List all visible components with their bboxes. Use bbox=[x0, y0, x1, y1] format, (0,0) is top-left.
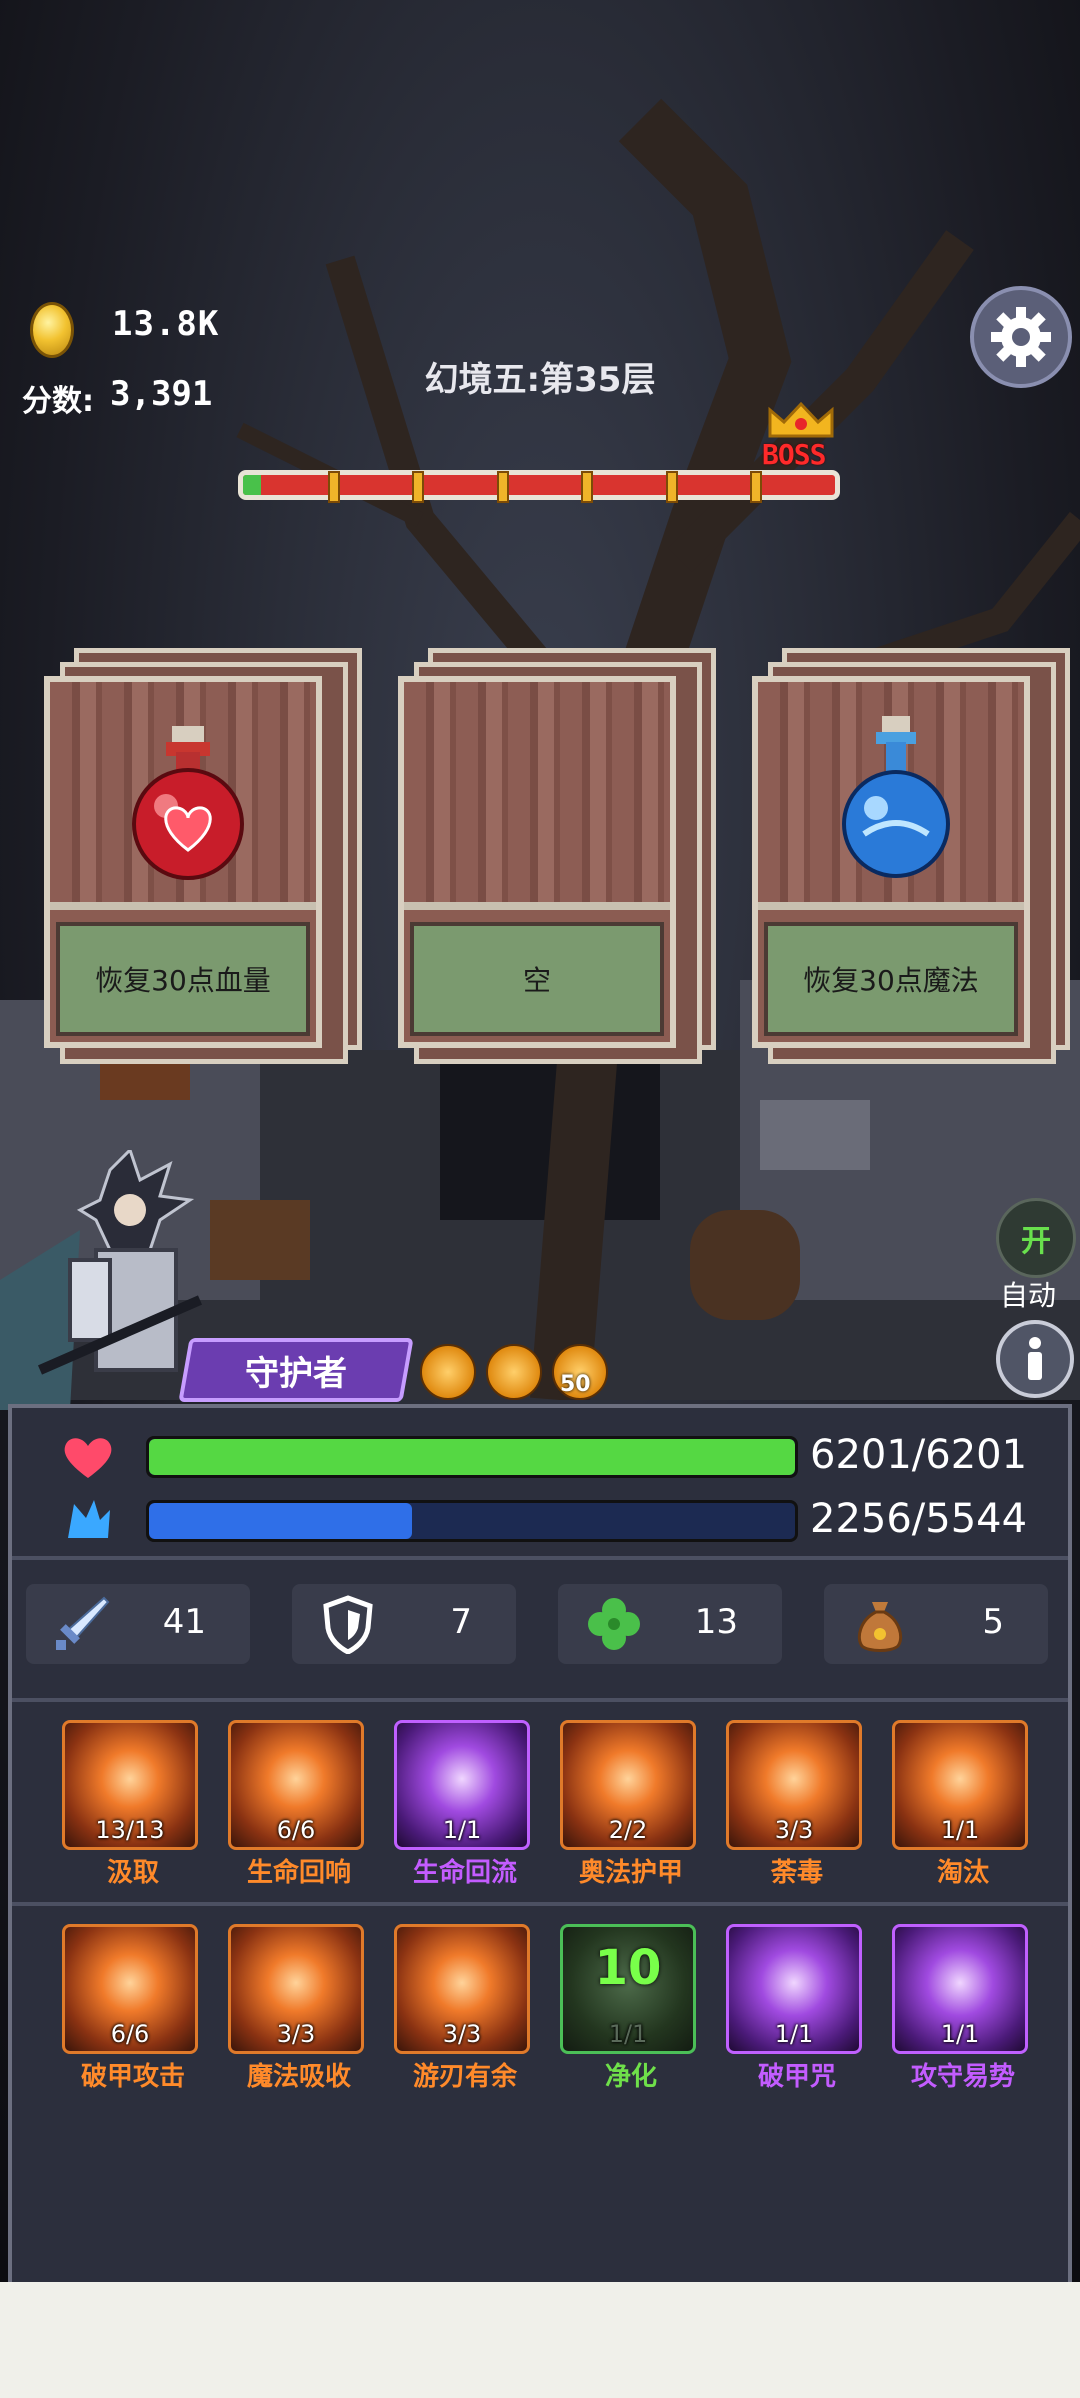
crown-icon bbox=[768, 401, 834, 438]
skill-slot[interactable]: 3/3 魔法吸收 bbox=[216, 1924, 382, 2094]
luck-value: 13 bbox=[694, 1602, 738, 1642]
sword-icon bbox=[56, 1596, 110, 1650]
skill-slot[interactable]: 1/1 生命回流 bbox=[382, 1720, 548, 1890]
auto-label: 自动 bbox=[1000, 1279, 1057, 1312]
skill-level: 6/6 bbox=[276, 1816, 316, 1844]
skill-name: 破甲咒 bbox=[757, 2062, 836, 2092]
attack-value: 41 bbox=[162, 1602, 206, 1642]
buff-icon[interactable] bbox=[420, 1344, 476, 1400]
blue-potion-icon bbox=[842, 716, 950, 878]
skill-slot[interactable]: 6/6 生命回响 bbox=[216, 1720, 382, 1890]
hp-value: 6201/6201 bbox=[810, 1432, 1028, 1478]
auto-toggle-button[interactable]: 开 bbox=[996, 1198, 1076, 1278]
skill-name: 奥法护甲 bbox=[578, 1858, 683, 1888]
info-icon bbox=[1028, 1337, 1042, 1380]
shield-icon bbox=[323, 1595, 373, 1654]
stage-title: 幻境五:第35层 bbox=[424, 360, 656, 400]
skill-level: 6/6 bbox=[110, 2020, 150, 2048]
card-heal[interactable]: 恢复30点血量 bbox=[44, 648, 362, 1064]
skill-name: 淘汰 bbox=[936, 1858, 989, 1888]
mp-row: 2256/5544 bbox=[62, 1492, 1072, 1548]
attr-loot[interactable]: 5 bbox=[824, 1584, 1048, 1664]
gold-amount: 13.8K bbox=[112, 304, 220, 344]
skill-slot[interactable]: 3/3 游刃有余 bbox=[382, 1924, 548, 2094]
hp-bar-fill bbox=[149, 1439, 795, 1475]
skill-name: 破甲攻击 bbox=[80, 2062, 185, 2092]
skill-name: 攻守易势 bbox=[910, 2062, 1015, 2092]
skill-slot[interactable]: 6/6 破甲攻击 bbox=[50, 1924, 216, 2094]
skill-level: 1/1 bbox=[940, 1816, 980, 1844]
skill-name: 净化 bbox=[604, 2062, 657, 2092]
hero-status-panel: 6201/6201 2256/5544 41 7 13 5 13/13 汲取 6… bbox=[8, 1404, 1072, 2282]
card-empty[interactable]: 空 bbox=[398, 648, 716, 1064]
progress-segment-marker bbox=[581, 471, 594, 503]
mp-bar-fill bbox=[149, 1503, 412, 1539]
clover-icon bbox=[588, 1598, 640, 1650]
mp-value: 2256/5544 bbox=[810, 1496, 1028, 1542]
info-button[interactable] bbox=[996, 1320, 1074, 1398]
stage-progress-fill bbox=[243, 475, 261, 495]
divider bbox=[12, 1902, 1068, 1906]
heart-icon bbox=[64, 1438, 112, 1478]
loot-value: 5 bbox=[982, 1602, 1004, 1642]
attr-attack[interactable]: 41 bbox=[26, 1584, 250, 1664]
mana-crystal-icon bbox=[68, 1500, 110, 1538]
skill-cooldown: 10 bbox=[594, 1940, 662, 1996]
divider bbox=[12, 1698, 1068, 1702]
red-potion-icon bbox=[132, 726, 244, 880]
skill-level: 3/3 bbox=[276, 2020, 316, 2048]
skill-level: 1/1 bbox=[608, 2020, 648, 2048]
skill-name: 生命回流 bbox=[412, 1858, 517, 1888]
skill-level: 1/1 bbox=[940, 2020, 980, 2048]
hp-bar bbox=[146, 1436, 798, 1478]
progress-segment-marker bbox=[496, 471, 509, 503]
progress-segment-marker bbox=[327, 471, 340, 503]
attr-luck[interactable]: 13 bbox=[558, 1584, 782, 1664]
skill-level: 2/2 bbox=[608, 1816, 648, 1844]
money-bag-icon bbox=[857, 1602, 903, 1652]
attr-defense[interactable]: 7 bbox=[292, 1584, 516, 1664]
hp-row: 6201/6201 bbox=[62, 1428, 1072, 1484]
skill-name: 游刃有余 bbox=[412, 2062, 517, 2092]
coin-icon bbox=[30, 302, 74, 358]
skill-level: 1/1 bbox=[442, 1816, 482, 1844]
skill-slot[interactable]: 10 1/1 净化 bbox=[548, 1924, 714, 2094]
card-label: 恢复30点血量 bbox=[56, 922, 310, 1036]
card-label: 恢复30点魔法 bbox=[764, 922, 1018, 1036]
skill-slot[interactable]: 13/13 汲取 bbox=[50, 1720, 216, 1890]
skill-slot[interactable]: 1/1 破甲咒 bbox=[714, 1924, 880, 2094]
skill-name: 荼毒 bbox=[770, 1858, 823, 1888]
skill-level: 3/3 bbox=[442, 2020, 482, 2048]
skill-slot[interactable]: 1/1 淘汰 bbox=[880, 1720, 1046, 1890]
divider bbox=[12, 1556, 1068, 1560]
skill-name: 魔法吸收 bbox=[246, 2062, 351, 2092]
skill-slot[interactable]: 3/3 荼毒 bbox=[714, 1720, 880, 1890]
skill-level: 13/13 bbox=[95, 1816, 165, 1844]
skill-level: 3/3 bbox=[774, 1816, 814, 1844]
mp-bar bbox=[146, 1500, 798, 1542]
boss-label: BOSS bbox=[762, 438, 826, 471]
skill-level: 1/1 bbox=[774, 2020, 814, 2048]
skill-name: 生命回响 bbox=[246, 1858, 351, 1888]
buff-stack-count: 50 bbox=[560, 1372, 591, 1397]
card-mana[interactable]: 恢复30点魔法 bbox=[752, 648, 1070, 1064]
progress-segment-marker bbox=[750, 471, 763, 503]
stage-progress-bar bbox=[238, 470, 840, 503]
buff-icon[interactable] bbox=[486, 1344, 542, 1400]
skill-slot[interactable]: 1/1 攻守易势 bbox=[880, 1924, 1046, 2094]
hero-class-name: 守护者 bbox=[245, 1353, 347, 1394]
skill-name: 汲取 bbox=[106, 1858, 159, 1888]
card-label: 空 bbox=[410, 922, 664, 1036]
progress-segment-marker bbox=[665, 471, 678, 503]
skill-slot[interactable]: 2/2 奥法护甲 bbox=[548, 1720, 714, 1890]
system-nav-area bbox=[0, 2282, 1080, 2398]
progress-segment-marker bbox=[412, 471, 425, 503]
defense-value: 7 bbox=[450, 1602, 472, 1642]
